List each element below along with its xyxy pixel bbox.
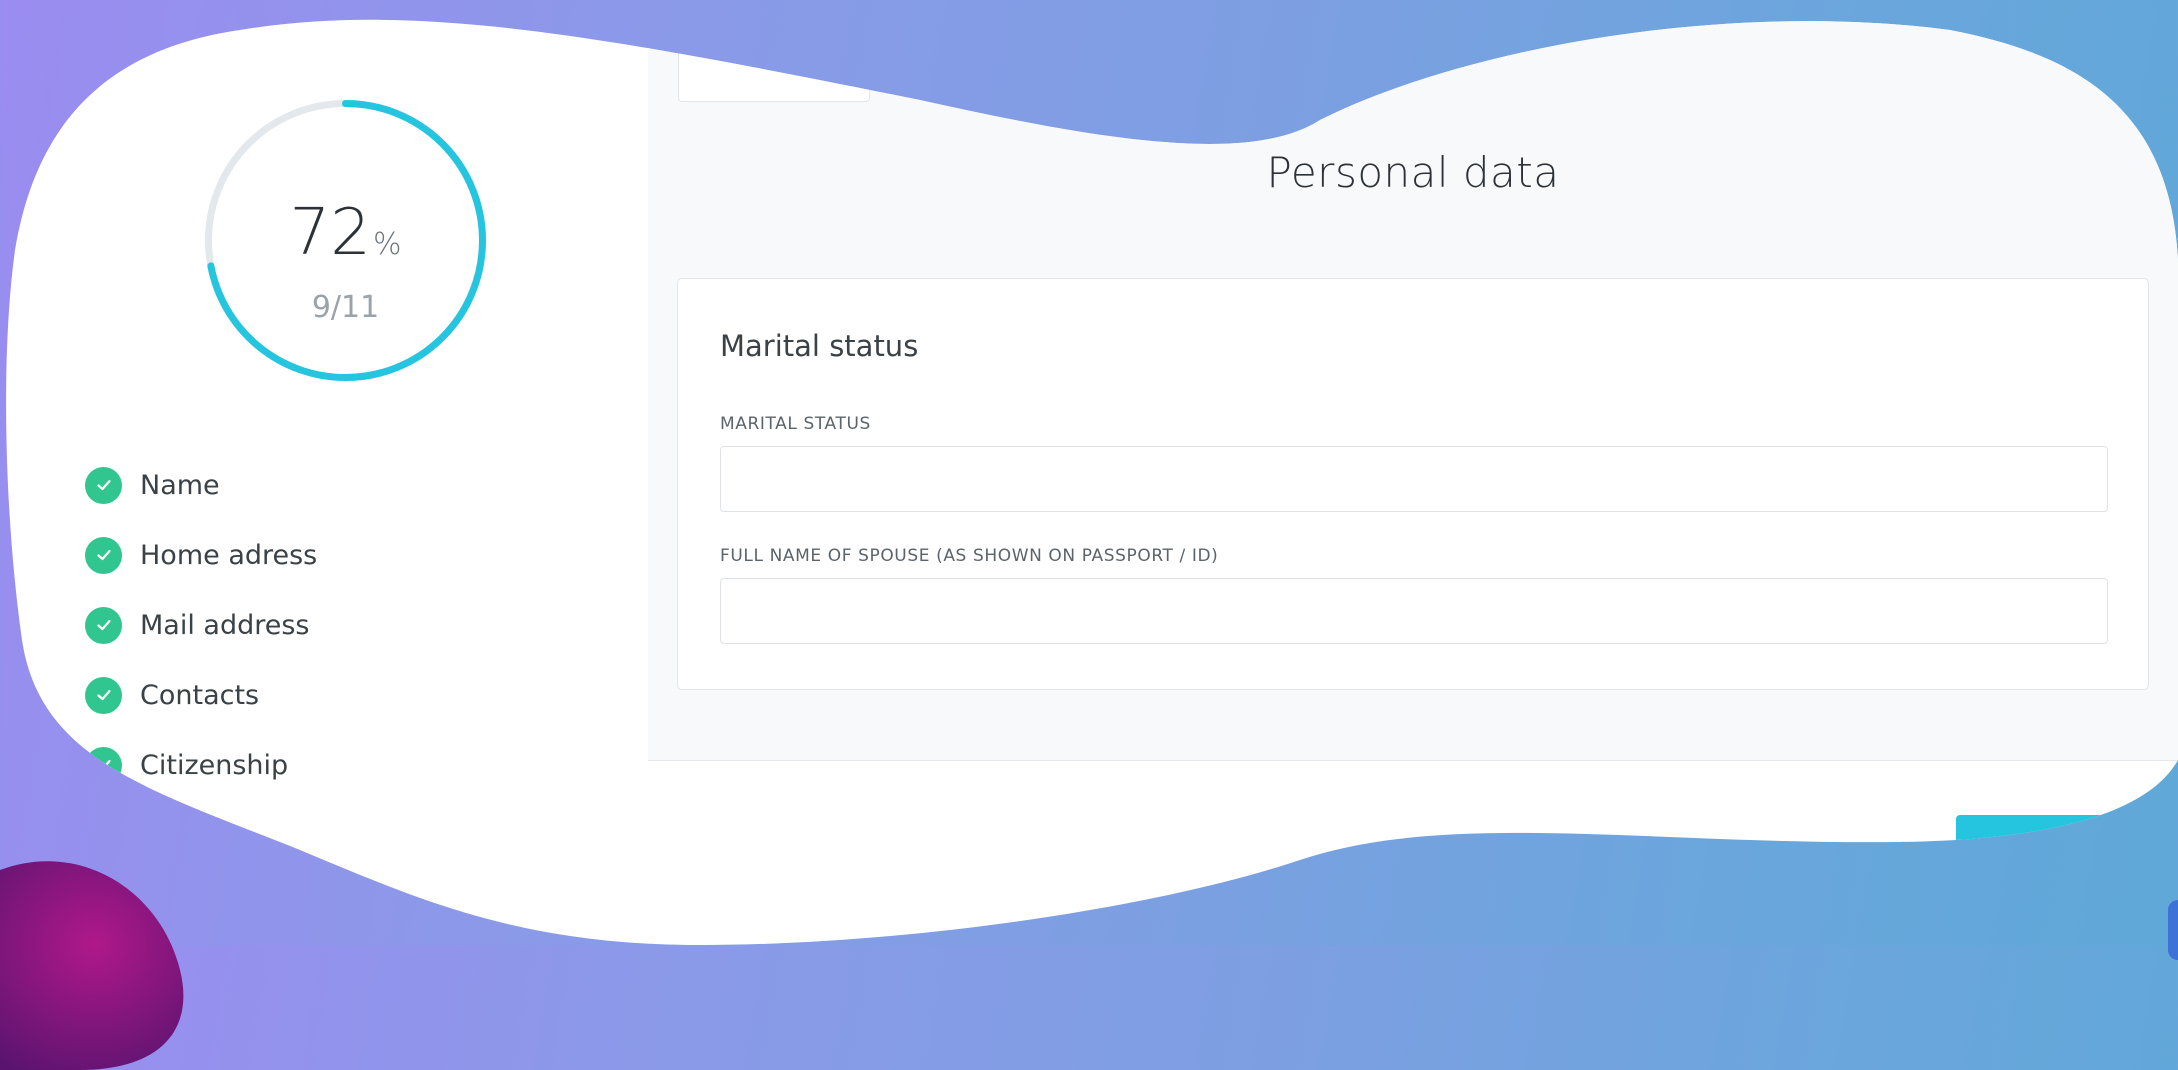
- spouse-name-label: FULL NAME OF SPOUSE (AS SHOWN ON PASSPOR…: [720, 546, 1219, 566]
- step-label: Citizenship: [140, 749, 289, 781]
- check-icon: [85, 537, 122, 574]
- marital-status-label: MARITAL STATUS: [720, 414, 871, 434]
- page-title: Personal data: [1266, 148, 1560, 197]
- step-label: Home adress: [140, 539, 318, 571]
- check-icon: [85, 467, 122, 504]
- marital-status-input[interactable]: [720, 446, 2108, 512]
- step-item[interactable]: Contacts: [85, 660, 317, 730]
- onboarding-window: 72% 9/11 Name Home adress Mail address Cont…: [0, 0, 2178, 945]
- step-label: Mail address: [140, 609, 310, 641]
- progress-percent-sign: %: [372, 227, 402, 262]
- marital-status-card: Marital status MARITAL STATUS FULL NAME …: [677, 278, 2149, 690]
- progress-count: 9/11: [311, 290, 380, 325]
- step-item[interactable]: Home adress: [85, 520, 317, 590]
- main-panel: Personal data Marital status MARITAL STA…: [648, 0, 2178, 945]
- section-title: Marital status: [720, 329, 919, 363]
- progress-percent: 72%: [198, 196, 493, 270]
- decorative-edge-chip: [2168, 900, 2178, 960]
- check-icon: [85, 677, 122, 714]
- step-label: Name: [140, 469, 220, 501]
- progress-percent-value: 72: [289, 196, 371, 270]
- step-label: Contacts: [140, 679, 260, 711]
- step-item[interactable]: Name: [85, 450, 317, 520]
- spouse-name-input[interactable]: [720, 578, 2108, 644]
- check-icon: [85, 607, 122, 644]
- step-list: Name Home adress Mail address Contacts Citiz…: [85, 450, 317, 800]
- decorative-corner-blob: [0, 861, 184, 1070]
- main-content-area: Personal data Marital status MARITAL STA…: [648, 0, 2178, 761]
- step-item[interactable]: Mail address: [85, 590, 317, 660]
